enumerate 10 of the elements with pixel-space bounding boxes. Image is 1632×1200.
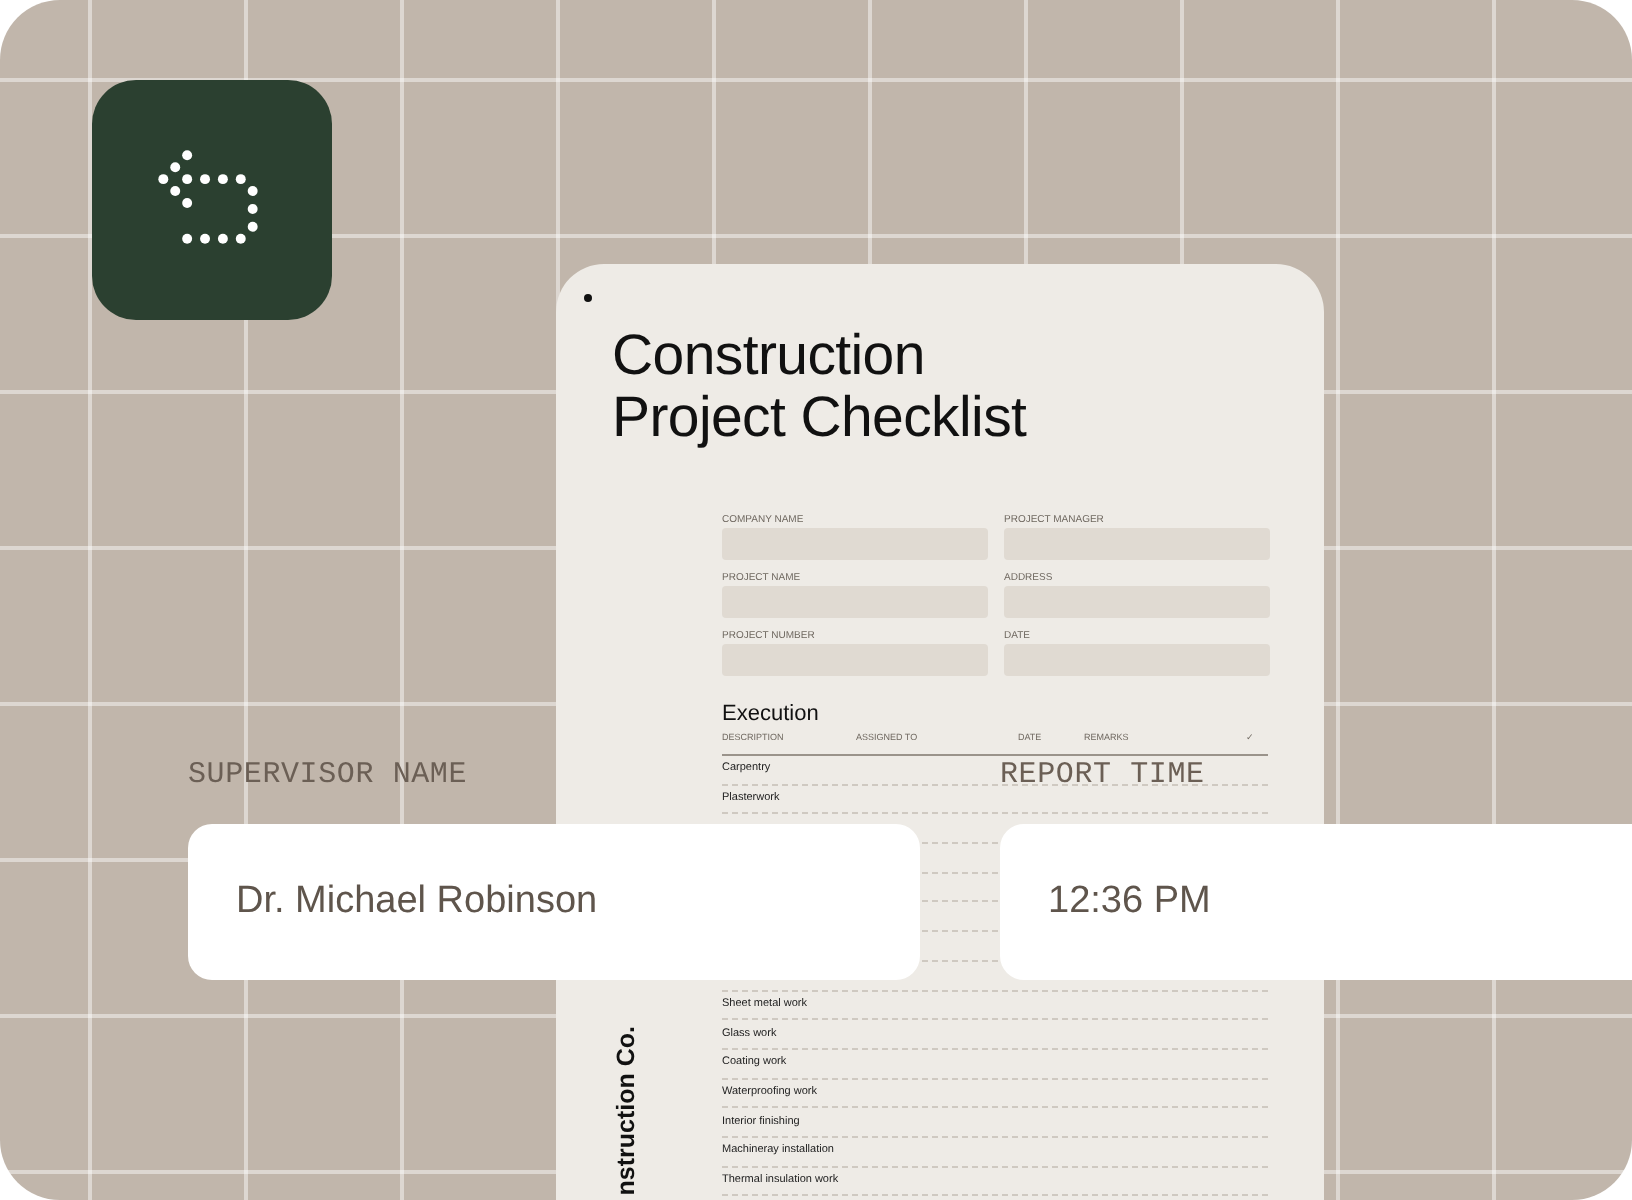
document-title: Construction <box>612 326 927 388</box>
time-field[interactable]: 12:36 PM <box>1000 824 1632 980</box>
vertical-company-text: nstruction Co. <box>610 1026 642 1196</box>
section-heading: Execution <box>722 702 821 728</box>
field-label: REPORT TIME <box>1000 758 1205 794</box>
name-field[interactable]: Dr. Michael Robinson <box>188 824 920 980</box>
document-title: Project Checklist <box>612 388 1029 450</box>
field-label: SUPERVISOR NAME <box>188 758 468 794</box>
dot-icon <box>584 294 592 302</box>
dotted-arrow-icon <box>158 149 258 243</box>
